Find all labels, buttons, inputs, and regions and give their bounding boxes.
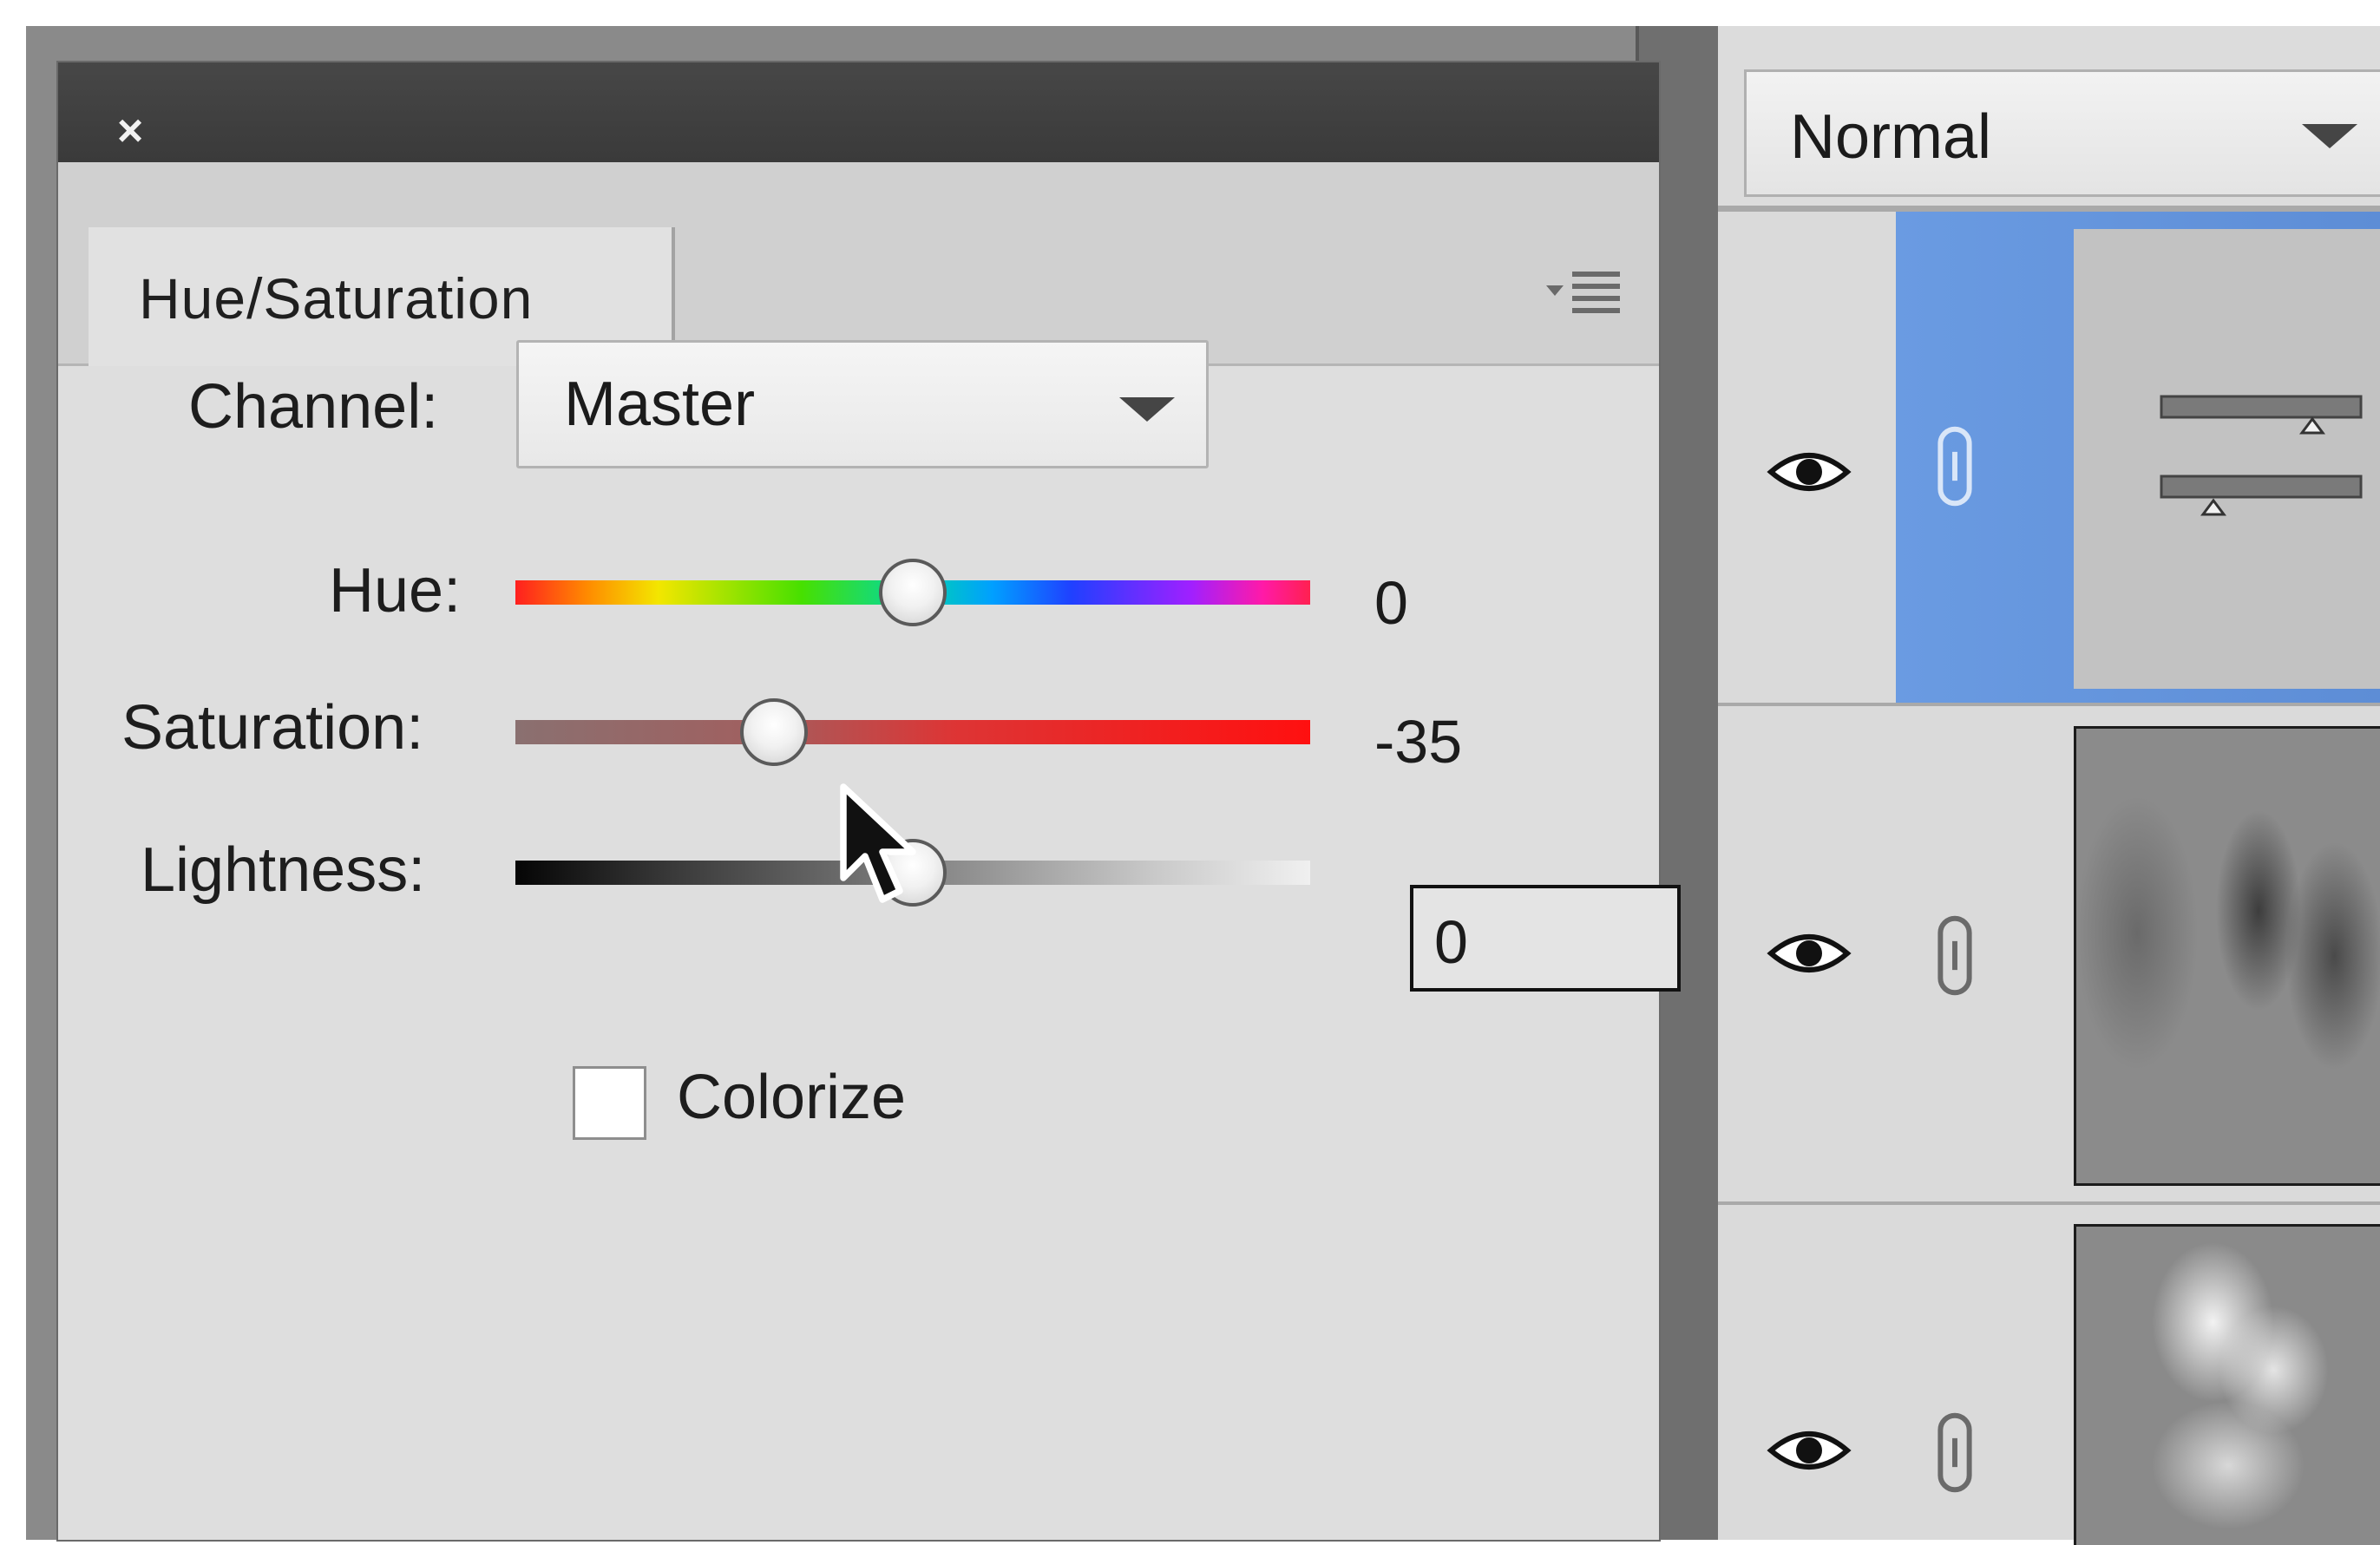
chevron-down-icon <box>2302 124 2357 148</box>
adjustment-panel: × Hue/Saturation Channel: Master Hue: 0 … <box>58 62 1681 1540</box>
saturation-value: -35 <box>1374 708 1463 776</box>
channel-label: Channel: <box>188 372 439 442</box>
blend-mode-select[interactable]: Normal <box>1744 69 2380 197</box>
layers-panel: Normal <box>1718 26 2380 1545</box>
panel-header: × <box>58 62 1659 162</box>
saturation-slider-track[interactable] <box>515 720 1310 744</box>
lightness-input[interactable]: 0 <box>1410 885 1681 992</box>
colorize-label[interactable]: Colorize <box>677 1062 906 1133</box>
link-icon <box>1937 915 1972 996</box>
channel-select[interactable]: Master <box>516 340 1209 468</box>
lightness-label: Lightness: <box>141 835 426 905</box>
layer-row-image-1[interactable] <box>1718 703 2380 1201</box>
panel-menu-icon[interactable] <box>1546 266 1624 318</box>
channel-value: Master <box>564 370 756 439</box>
chevron-down-icon <box>1119 397 1175 422</box>
image-layer-thumbnail <box>2074 726 2380 1186</box>
eye-icon[interactable] <box>1766 446 1852 498</box>
hue-value: 0 <box>1374 569 1408 637</box>
link-icon <box>1937 1412 1972 1493</box>
panel-menu-arrow <box>1546 285 1564 296</box>
tab-label: Hue/Saturation <box>139 266 534 331</box>
hue-label: Hue: <box>329 556 462 625</box>
layer-row-adjustment[interactable] <box>1718 208 2380 703</box>
hue-slider-thumb[interactable] <box>879 559 947 626</box>
eye-icon[interactable] <box>1766 1424 1852 1476</box>
adjustment-layer-thumbnail <box>2074 229 2380 689</box>
mouse-cursor-icon <box>840 783 916 903</box>
colorize-checkbox[interactable] <box>573 1066 646 1140</box>
blend-mode-value: Normal <box>1790 102 1992 172</box>
layer-row-image-2[interactable] <box>1718 1201 2380 1545</box>
saturation-label: Saturation: <box>121 693 424 763</box>
link-icon <box>1937 426 1972 507</box>
image-layer-thumbnail <box>2074 1224 2380 1545</box>
lightness-input-value: 0 <box>1434 908 1468 976</box>
close-icon[interactable]: × <box>108 108 152 154</box>
eye-icon[interactable] <box>1766 927 1852 979</box>
panel-menu-bars <box>1572 272 1620 313</box>
tab-strip: Hue/Saturation <box>58 162 1659 366</box>
adjustment-layer-icon <box>2160 395 2363 516</box>
saturation-slider-thumb[interactable] <box>739 698 808 766</box>
